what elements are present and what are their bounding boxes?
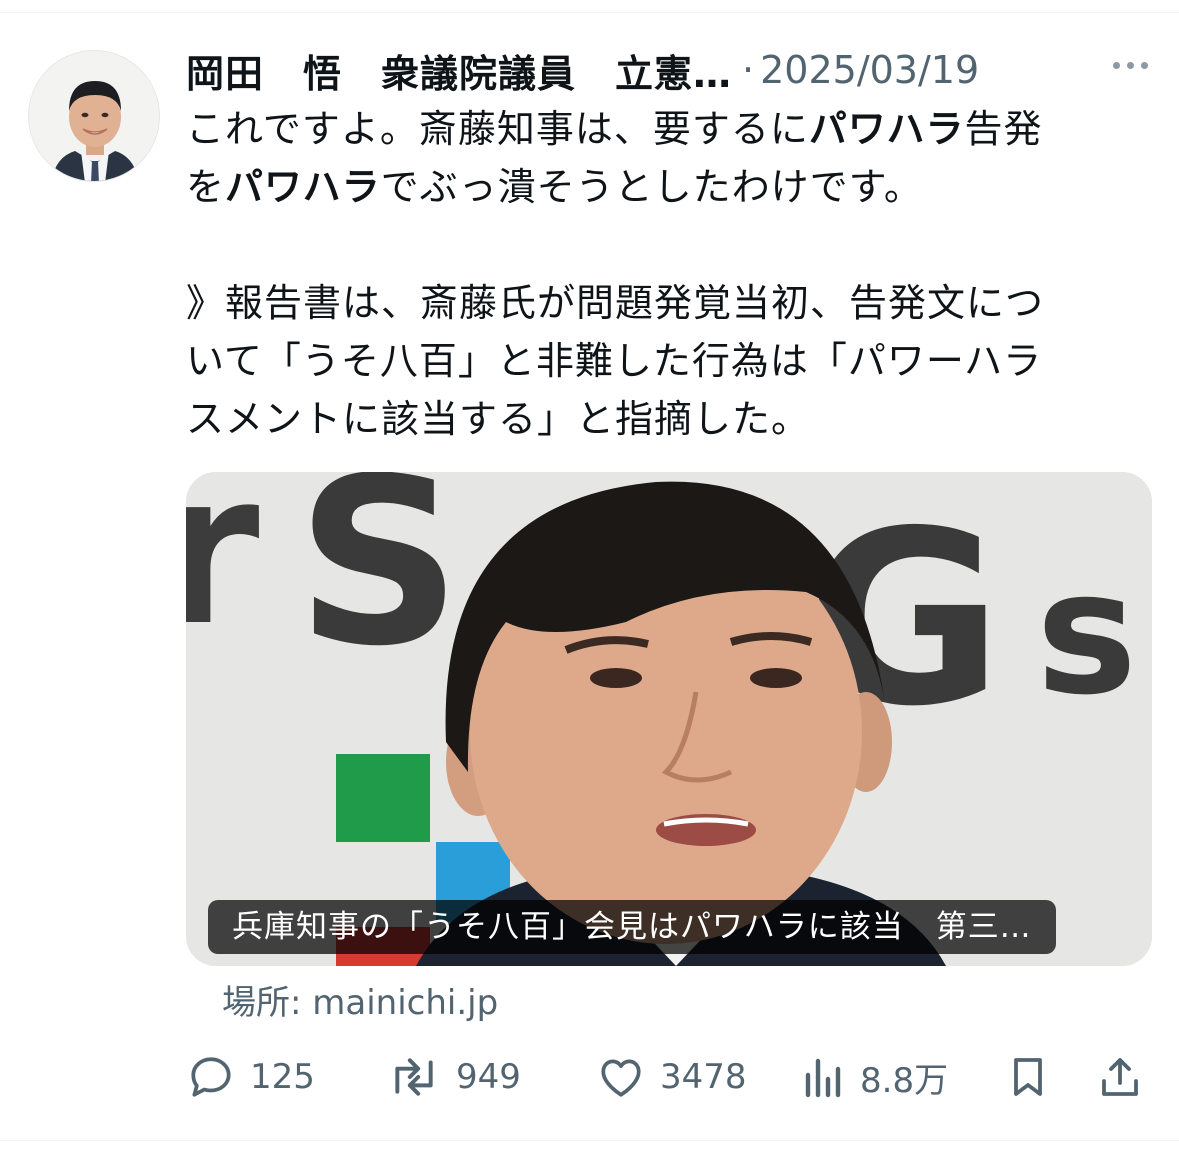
retweet-icon (395, 1058, 433, 1096)
header-separator: · (742, 48, 755, 92)
text-segment: でぶっ潰そうとしたわけです。 (380, 165, 923, 209)
quote-line-3: スメントに該当する」と指摘した。 (186, 397, 811, 441)
view-count: 8.8万 (860, 1060, 949, 1101)
views-button[interactable]: 8.8万 (802, 1046, 948, 1108)
text-segment: を (186, 165, 226, 209)
heart-icon (601, 1059, 641, 1097)
share-icon (1102, 1058, 1138, 1096)
text-segment: 告発 (964, 107, 1043, 151)
avatar[interactable] (28, 50, 160, 182)
like-count: 3478 (660, 1057, 747, 1097)
svg-text:S: S (296, 472, 462, 697)
retweet-count: 949 (456, 1057, 521, 1097)
reply-count: 125 (250, 1057, 315, 1097)
svg-text:r: r (186, 472, 260, 672)
bookmark-button[interactable] (1004, 1046, 1052, 1108)
highlight-term: パワハラ (808, 107, 965, 151)
text-segment: これですよ。斎藤知事は、要するに (186, 107, 809, 151)
retweet-button[interactable]: 949 (386, 1046, 521, 1108)
more-horizontal-icon[interactable] (1113, 62, 1148, 69)
like-button[interactable]: 3478 (596, 1046, 747, 1108)
action-bar: 125 949 3478 8.8万 (186, 1046, 1156, 1108)
bottom-divider (0, 1140, 1179, 1141)
tweet-line-1: これですよ。斎藤知事は、要するにパワハラ告発 (186, 100, 1146, 158)
card-title: 兵庫知事の「うそ八百」会見はパワハラに該当 第三… (208, 900, 1056, 954)
avatar-photo (29, 51, 159, 181)
top-divider (0, 12, 1179, 13)
bookmark-icon (1014, 1058, 1042, 1096)
quote-line-2: いて「うそ八百」と非難した行為は「パワーハラ (186, 339, 1043, 383)
reply-icon (191, 1057, 231, 1097)
tweet-line-2: をパワハラでぶっ潰そうとしたわけです。 (186, 158, 1146, 216)
tweet-text: これですよ。斎藤知事は、要するにパワハラ告発 をパワハラでぶっ潰そうとしたわけで… (186, 100, 1146, 448)
svg-text:s: s (1036, 535, 1137, 733)
card-image: r S G s (186, 472, 1152, 966)
share-button[interactable] (1096, 1046, 1144, 1108)
tweet-date[interactable]: 2025/03/19 (760, 48, 979, 92)
author-name[interactable]: 岡田 悟 衆議院議員 立憲… (186, 43, 732, 98)
quote-line-1: 》報告書は、斎藤氏が問題発覚当初、告発文につ (186, 281, 1045, 325)
link-card[interactable]: r S G s 兵庫知事の「うそ八百」会見はパワハラに該当 第三… (186, 472, 1152, 966)
reply-button[interactable]: 125 (186, 1046, 315, 1108)
highlight-term: パワハラ (225, 165, 381, 209)
card-source[interactable]: 場所: mainichi.jp (222, 978, 498, 1028)
analytics-icon (805, 1058, 841, 1098)
tweet-header: 岡田 悟 衆議院議員 立憲… · 2025/03/19 (186, 42, 1156, 98)
